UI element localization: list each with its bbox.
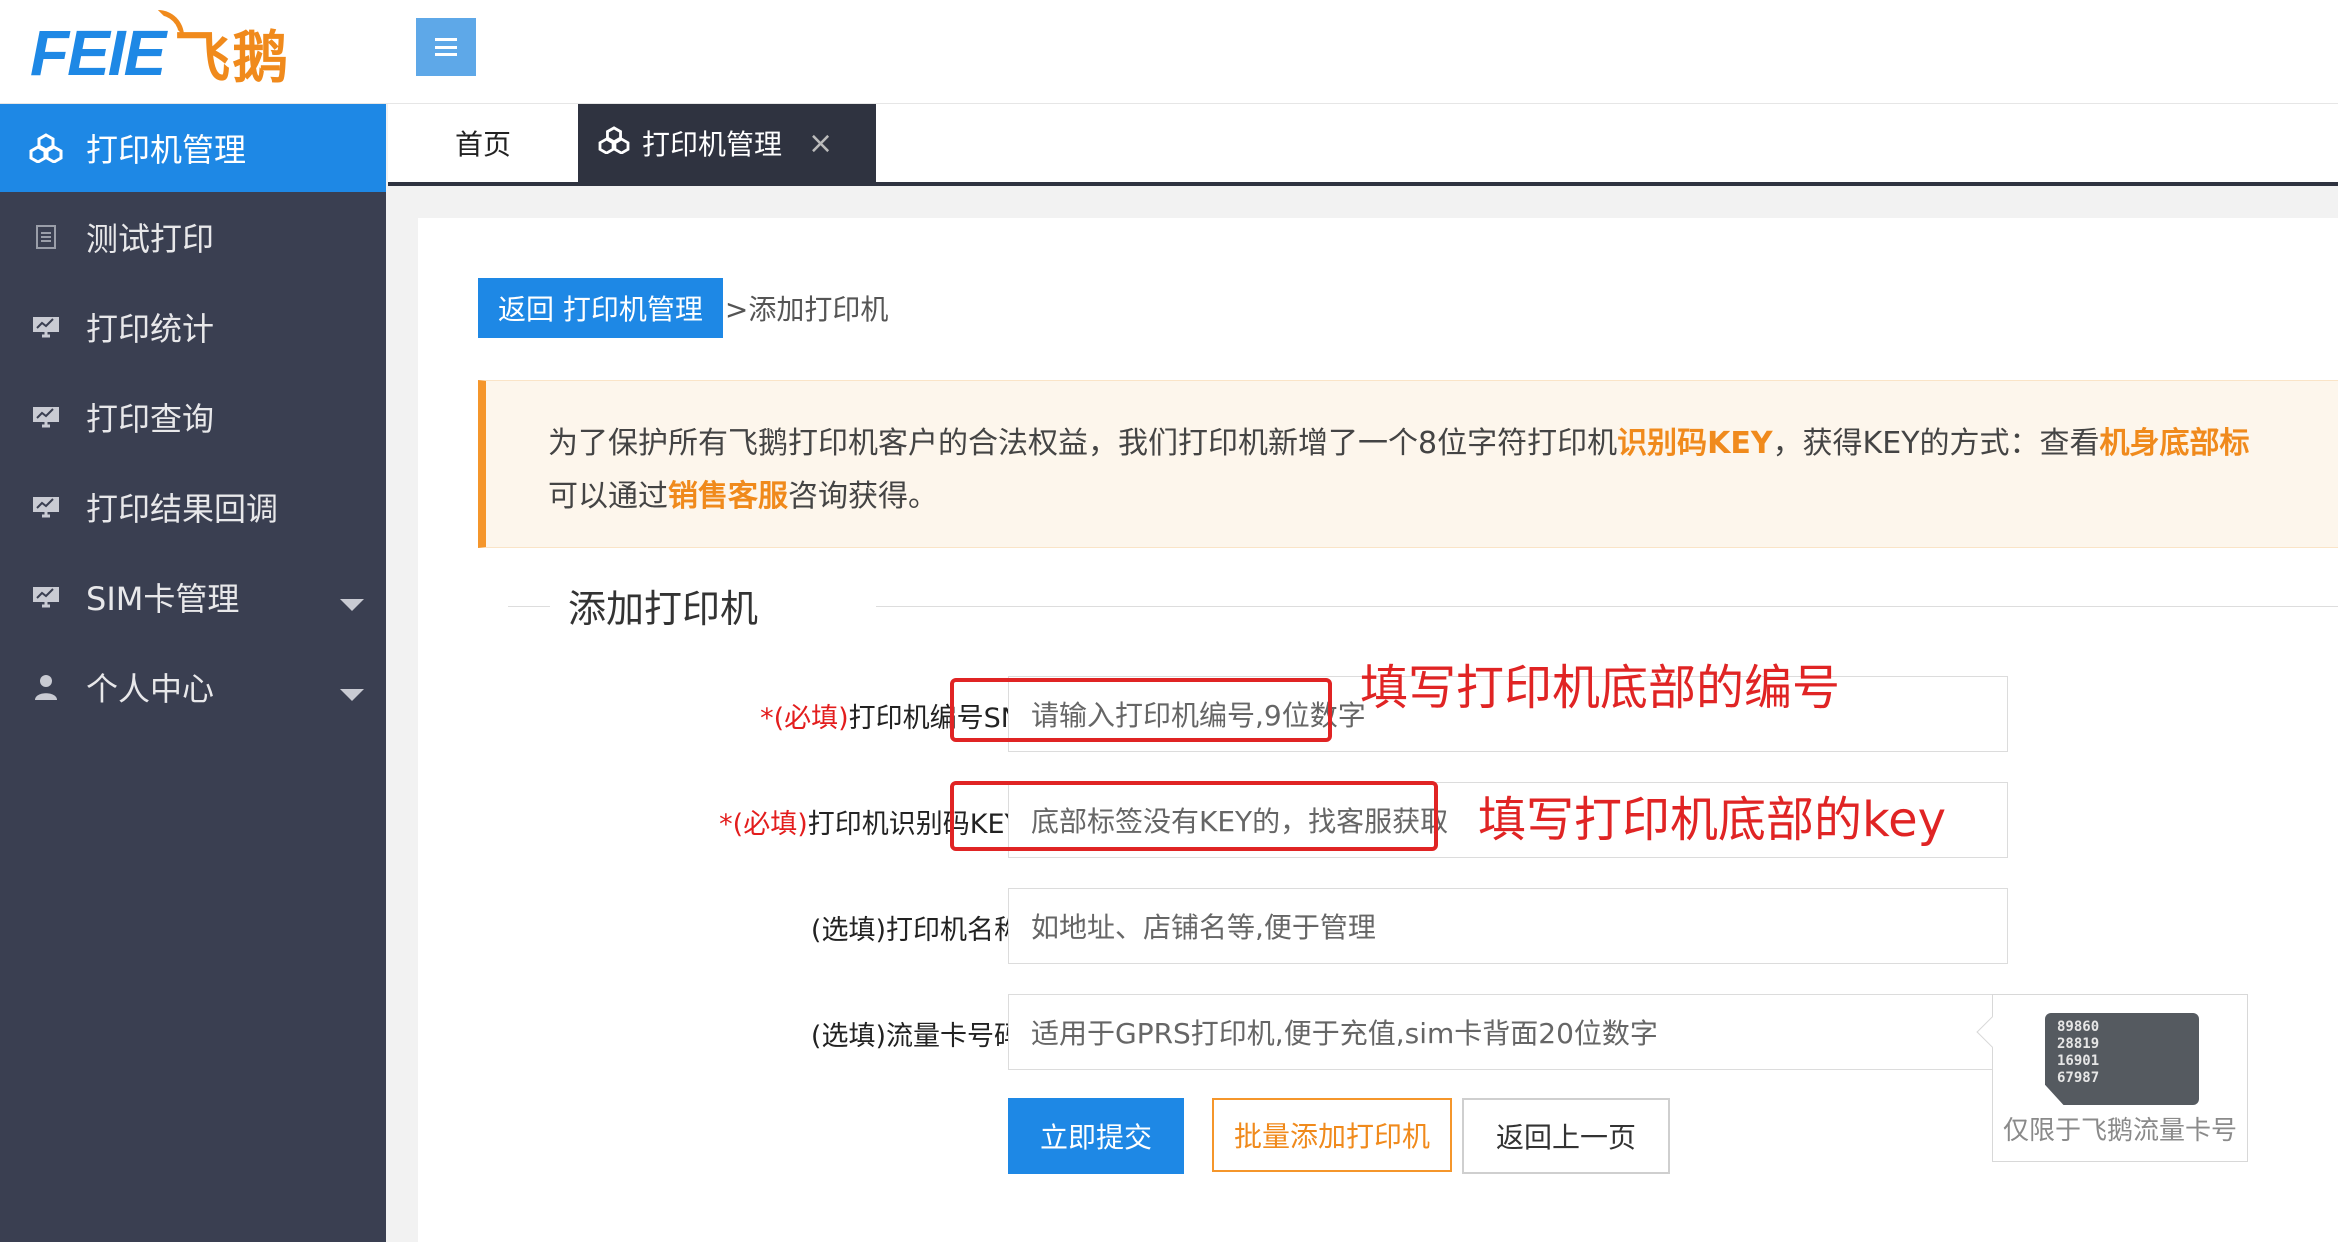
main-content: 返回 打印机管理 >添加打印机 为了保护所有飞鹅打印机客户的合法权益，我们打印机… — [418, 218, 2338, 1242]
form-title: 添加打印机 — [568, 587, 759, 631]
tab-label: 打印机管理 — [642, 128, 783, 161]
sidebar-item-print-stats[interactable]: 打印统计 — [0, 282, 386, 372]
notice-box: 为了保护所有飞鹅打印机客户的合法权益，我们打印机新增了一个8位字符打印机识别码K… — [478, 380, 2338, 548]
sidebar-item-personal-center[interactable]: 个人中心 — [0, 642, 386, 732]
back-button[interactable]: 返回上一页 — [1462, 1098, 1670, 1174]
form-legend: 添加打印机 — [508, 578, 2338, 631]
breadcrumb-current: >添加打印机 — [724, 293, 889, 326]
sidebar-item-label: 打印查询 — [86, 400, 215, 438]
sidebar-item-print-query[interactable]: 打印查询 — [0, 372, 386, 462]
batch-add-button[interactable]: 批量添加打印机 — [1212, 1098, 1452, 1172]
tab-printer-management[interactable]: 打印机管理 × — [578, 104, 876, 182]
key-annotation: 填写打印机底部的key — [1478, 792, 1947, 848]
menu-toggle-button[interactable] — [416, 18, 476, 76]
hamburger-icon — [435, 38, 457, 56]
notice-sales-service-highlight: 销售客服 — [668, 479, 788, 514]
sidebar-item-label: 打印机管理 — [86, 131, 247, 169]
form-row-name: (选填)打印机名称： 如地址、店铺名等,便于管理 — [478, 888, 2338, 964]
top-bar: FEIE 飞鹅 — [0, 0, 2338, 104]
sidebar: 打印机管理 测试打印 打印统计 打印查询 打印结果回调 SIM卡管理 个人中心 — [0, 104, 386, 1242]
user-icon — [26, 671, 66, 703]
notice-key-highlight: 识别码KEY — [1617, 426, 1773, 461]
submit-button[interactable]: 立即提交 — [1008, 1098, 1184, 1174]
tab-home[interactable]: 首页 — [388, 104, 578, 182]
sn-annotation: 填写打印机底部的编号 — [1360, 660, 1841, 716]
sidebar-item-label: 打印结果回调 — [86, 490, 279, 528]
close-icon[interactable]: × — [808, 126, 833, 161]
feie-logo[interactable]: FEIE 飞鹅 — [30, 8, 290, 98]
logo-cn: 飞鹅 — [174, 25, 291, 91]
notice-bottom-label-highlight: 机身底部标 — [2099, 426, 2250, 461]
sidebar-item-print-callback[interactable]: 打印结果回调 — [0, 462, 386, 552]
sidebar-item-label: 打印统计 — [86, 310, 215, 348]
sidebar-item-label: 测试打印 — [86, 220, 215, 258]
sn-label: *(必填)打印机编号SN： — [760, 703, 1048, 734]
monitor-chart-icon — [26, 581, 66, 613]
breadcrumb: 返回 打印机管理 >添加打印机 — [478, 278, 888, 338]
sidebar-item-sim-management[interactable]: SIM卡管理 — [0, 552, 386, 642]
sidebar-item-label: 个人中心 — [86, 670, 215, 708]
sidebar-item-test-print[interactable]: 测试打印 — [0, 192, 386, 282]
sidebar-item-printer-management[interactable]: 打印机管理 — [0, 104, 386, 192]
caret-down-icon — [340, 599, 364, 611]
cubes-icon — [598, 125, 630, 161]
key-label: *(必填)打印机识别码KEY： — [719, 809, 1048, 840]
form-row-key: *(必填)打印机识别码KEY： 底部标签没有KEY的，找客服获取 — [478, 782, 2338, 858]
tab-bar: 首页 打印机管理 × — [388, 104, 2338, 186]
sim-card-tooltip: 89860 28819 16901 67987 仅限于飞鹅流量卡号 — [1976, 994, 2248, 1162]
sim-card-image: 89860 28819 16901 67987 — [2045, 1013, 2199, 1105]
monitor-chart-icon — [26, 491, 66, 523]
back-to-printer-management-button[interactable]: 返回 打印机管理 — [478, 278, 723, 338]
name-input[interactable]: 如地址、店铺名等,便于管理 — [1008, 888, 2008, 964]
document-icon — [26, 221, 66, 253]
sim-tooltip-caption: 仅限于飞鹅流量卡号 — [2002, 1116, 2237, 1146]
logo-brand: FEIE — [30, 17, 166, 89]
caret-down-icon — [340, 689, 364, 701]
notice-line-1: 为了保护所有飞鹅打印机客户的合法权益，我们打印机新增了一个8位字符打印机识别码K… — [548, 426, 2250, 461]
sim-input[interactable]: 适用于GPRS打印机,便于充值,sim卡背面20位数字 — [1008, 994, 2008, 1070]
cubes-icon — [26, 132, 66, 164]
monitor-chart-icon — [26, 401, 66, 433]
monitor-chart-icon — [26, 311, 66, 343]
sidebar-item-label: SIM卡管理 — [86, 580, 240, 618]
notice-line-2: 可以通过销售客服咨询获得。 — [548, 479, 938, 514]
